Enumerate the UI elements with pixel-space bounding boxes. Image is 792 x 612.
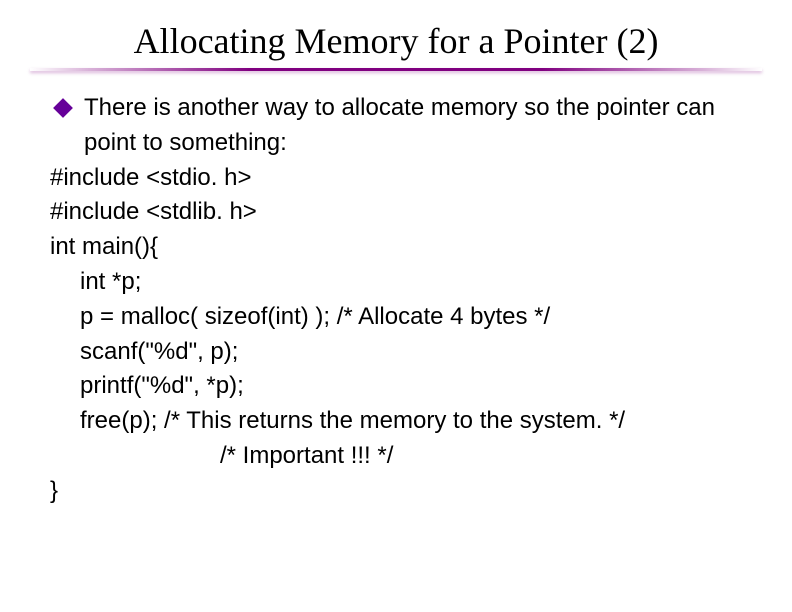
- code-line-include-stdio: #include <stdio. h>: [50, 161, 742, 196]
- code-line-scanf: scanf("%d", p);: [80, 335, 742, 370]
- bullet-text: There is another way to allocate memory …: [84, 91, 742, 161]
- slide-content: There is another way to allocate memory …: [50, 91, 742, 509]
- code-line-important: /* Important !!! */: [220, 439, 742, 474]
- code-line-printf: printf("%d", *p);: [80, 369, 742, 404]
- diamond-bullet-icon: [53, 98, 73, 118]
- code-line-malloc: p = malloc( sizeof(int) ); /* Allocate 4…: [80, 300, 742, 335]
- code-line-main: int main(){: [50, 230, 742, 265]
- code-line-close-brace: }: [50, 474, 742, 509]
- slide-title: Allocating Memory for a Pointer (2): [50, 20, 742, 62]
- code-line-declare-p: int *p;: [80, 265, 742, 300]
- bullet-item: There is another way to allocate memory …: [50, 91, 742, 161]
- code-line-include-stdlib: #include <stdlib. h>: [50, 195, 742, 230]
- title-underline: [30, 68, 762, 71]
- code-line-free: free(p); /* This returns the memory to t…: [80, 404, 742, 439]
